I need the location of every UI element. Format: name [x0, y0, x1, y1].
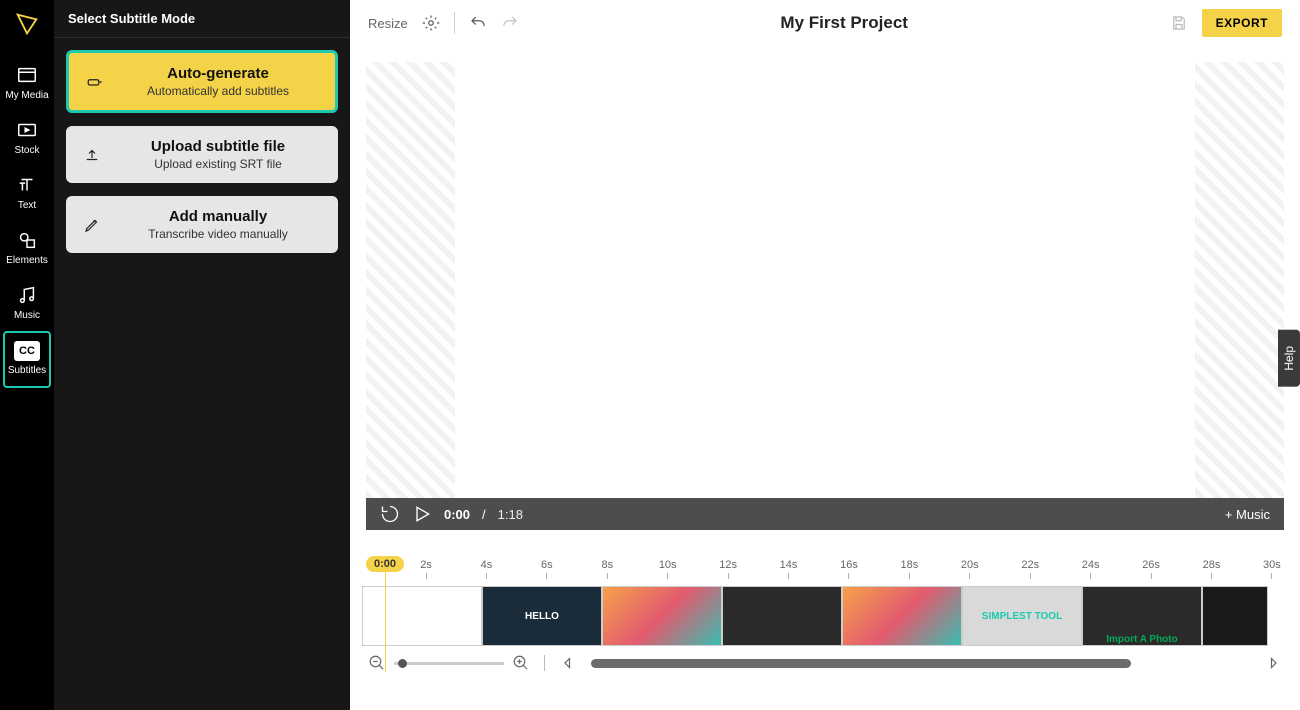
timeline-clip[interactable]: [722, 586, 842, 646]
zoom-slider[interactable]: [394, 662, 504, 665]
nav-label: Stock: [14, 145, 39, 156]
video-track[interactable]: HELLO SIMPLEST TOOLImport A Photo: [362, 586, 1282, 646]
tick: 14s: [777, 559, 801, 579]
tick: 30s: [1260, 559, 1284, 579]
tick: 10s: [656, 559, 680, 579]
tick: 2s: [414, 559, 438, 579]
nav-text[interactable]: Text: [2, 166, 52, 221]
canvas-background: [366, 62, 1284, 498]
cc-icon: CC: [14, 341, 40, 361]
card-title: Add manually: [108, 208, 328, 225]
settings-icon[interactable]: [422, 14, 440, 32]
playhead[interactable]: 0:00: [366, 556, 404, 672]
nav-stock[interactable]: Stock: [2, 111, 52, 166]
timeline-clip[interactable]: [842, 586, 962, 646]
timeline-clip[interactable]: Import A Photo: [1082, 586, 1202, 646]
nav-elements[interactable]: Elements: [2, 221, 52, 276]
scroll-left-icon[interactable]: [559, 654, 577, 672]
card-sub: Transcribe video manually: [108, 227, 328, 241]
playbar: 0:00 / 1:18 + Music: [366, 498, 1284, 530]
current-time: 0:00: [444, 507, 470, 522]
text-icon: [16, 174, 38, 196]
play-icon[interactable]: [412, 504, 432, 524]
duration: 1:18: [498, 507, 523, 522]
nav-label: My Media: [5, 90, 48, 101]
music-icon: [16, 284, 38, 306]
card-title: Upload subtitle file: [108, 138, 328, 155]
nav-music[interactable]: Music: [2, 276, 52, 331]
timeline-scrollbar[interactable]: [585, 659, 1256, 668]
resize-button[interactable]: Resize: [368, 16, 408, 31]
redo-icon[interactable]: [501, 14, 519, 32]
nav-label: Text: [18, 200, 36, 211]
timeline-clip[interactable]: [602, 586, 722, 646]
app-logo-icon: [13, 10, 41, 38]
timeline: 0:00 2s 4s 6s 8s 10s 12s 14s 16s 18s 20s 22s 24s 26s…: [350, 530, 1300, 710]
nav-my-media[interactable]: My Media: [2, 56, 52, 111]
pencil-icon: [76, 216, 108, 234]
stock-icon: [16, 119, 38, 141]
tick: 12s: [716, 559, 740, 579]
playhead-time: 0:00: [366, 556, 404, 572]
nav-subtitles[interactable]: CC Subtitles: [3, 331, 51, 388]
left-nav: My Media Stock Text Elements Music CC Su…: [0, 0, 54, 710]
main-area: Resize My First Project EXPORT 0:00 / 1:…: [350, 0, 1300, 710]
card-sub: Automatically add subtitles: [111, 84, 325, 98]
timeline-clip[interactable]: SIMPLEST TOOL: [962, 586, 1082, 646]
elements-icon: [16, 229, 38, 251]
subtitle-panel: Select Subtitle Mode Auto-generate Autom…: [54, 0, 350, 710]
undo-icon[interactable]: [469, 14, 487, 32]
tick: 22s: [1018, 559, 1042, 579]
timeline-clip[interactable]: [1202, 586, 1268, 646]
tick: 6s: [535, 559, 559, 579]
time-ruler: 2s 4s 6s 8s 10s 12s 14s 16s 18s 20s 22s 24s 26s 28s 30…: [414, 559, 1284, 579]
save-icon[interactable]: [1170, 14, 1188, 32]
tick: 16s: [837, 559, 861, 579]
media-icon: [16, 64, 38, 86]
scroll-right-icon[interactable]: [1264, 654, 1282, 672]
tick: 4s: [474, 559, 498, 579]
export-button[interactable]: EXPORT: [1202, 9, 1282, 37]
tick: 8s: [595, 559, 619, 579]
panel-title: Select Subtitle Mode: [54, 0, 350, 38]
help-tab[interactable]: Help: [1278, 330, 1300, 387]
nav-label: Elements: [6, 255, 48, 266]
tick: 28s: [1199, 559, 1223, 579]
auto-generate-icon: [79, 73, 111, 91]
card-sub: Upload existing SRT file: [108, 157, 328, 171]
add-music-button[interactable]: + Music: [1225, 507, 1270, 522]
divider: [454, 12, 455, 34]
zoom-in-icon[interactable]: [512, 654, 530, 672]
option-add-manually[interactable]: Add manually Transcribe video manually: [66, 196, 338, 253]
topbar: Resize My First Project EXPORT: [350, 0, 1300, 46]
time-separator: /: [482, 507, 486, 522]
restart-icon[interactable]: [380, 504, 400, 524]
tick: 26s: [1139, 559, 1163, 579]
option-upload-file[interactable]: Upload subtitle file Upload existing SRT…: [66, 126, 338, 183]
nav-label: Subtitles: [8, 365, 46, 376]
video-canvas[interactable]: [455, 62, 1195, 498]
zoom-bar: [350, 646, 1300, 672]
tick: 18s: [897, 559, 921, 579]
project-title[interactable]: My First Project: [519, 13, 1170, 33]
tick: 20s: [958, 559, 982, 579]
option-auto-generate[interactable]: Auto-generate Automatically add subtitle…: [66, 50, 338, 113]
nav-label: Music: [14, 310, 40, 321]
timeline-clip[interactable]: HELLO: [482, 586, 602, 646]
tick: 24s: [1079, 559, 1103, 579]
card-title: Auto-generate: [111, 65, 325, 82]
upload-icon: [76, 146, 108, 164]
